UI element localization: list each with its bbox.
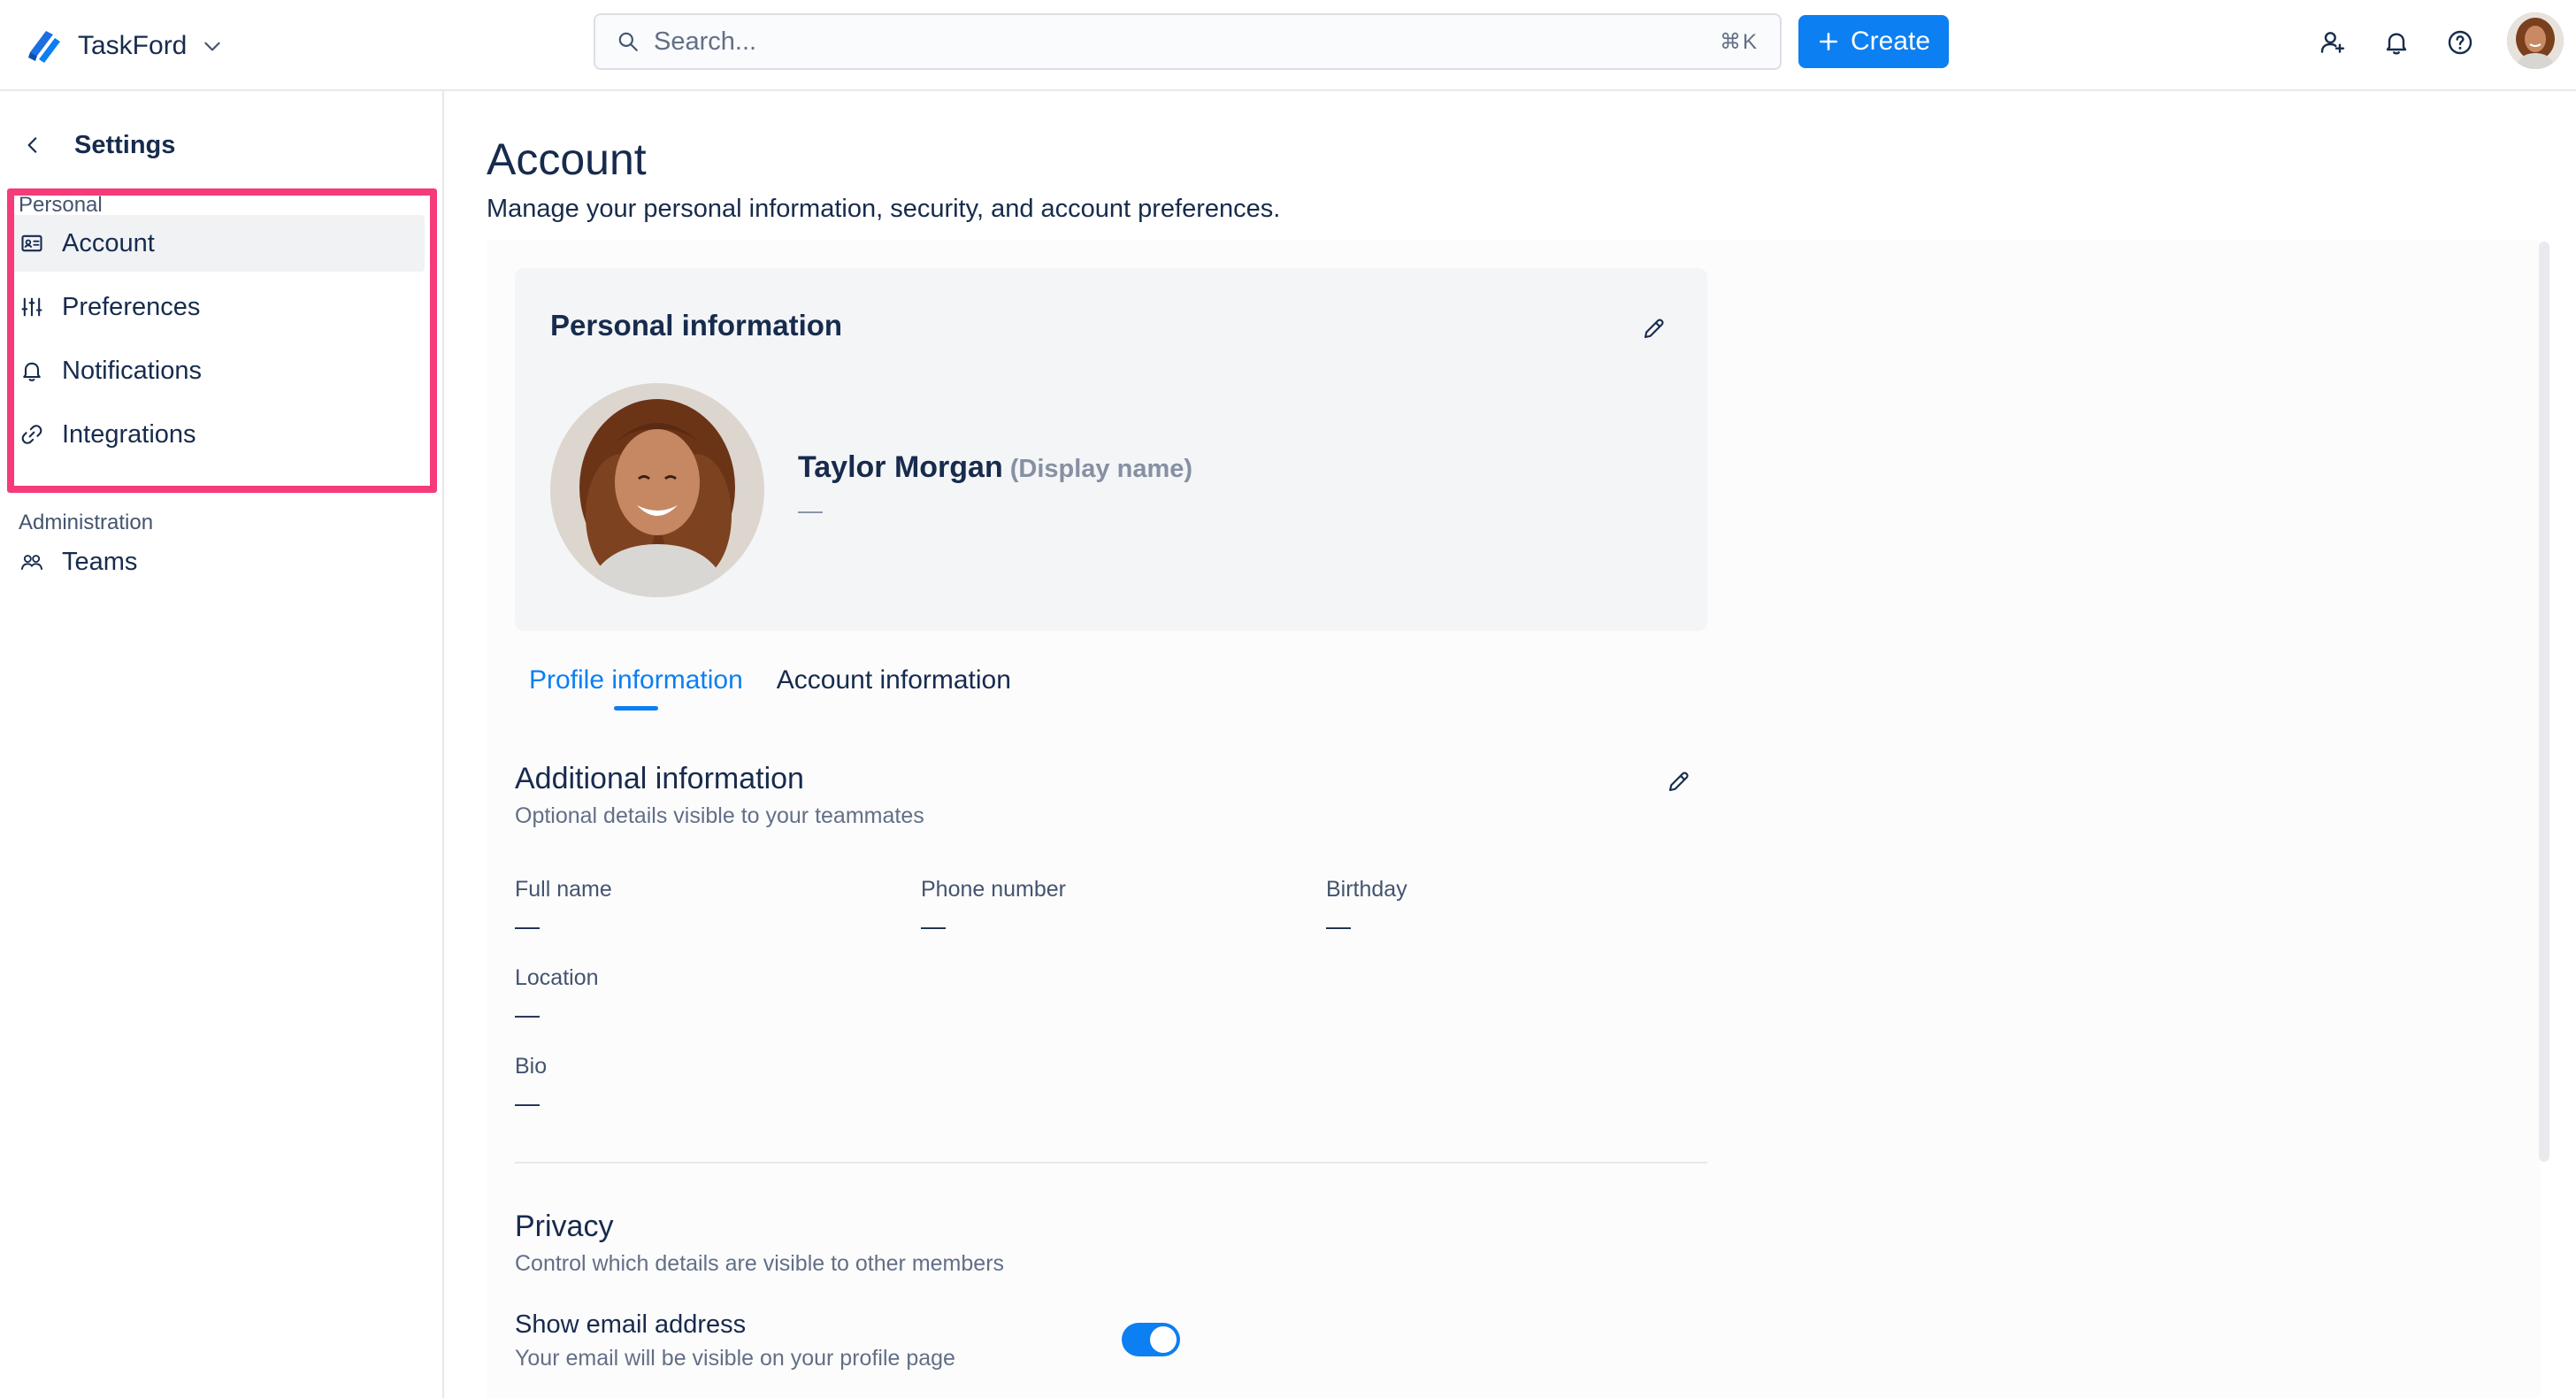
section-label-personal: Personal [19,193,103,217]
sidebar-item-label: Account [62,228,155,257]
display-name-value: Taylor Morgan [798,450,1003,484]
section-divider [515,1162,1707,1164]
search-icon [618,32,638,51]
edit-personal-info-button[interactable] [1633,307,1675,350]
help-button[interactable] [2434,17,2486,68]
field-label-bio: Bio [515,1054,548,1079]
sidebar-item-account[interactable]: Account [9,215,425,272]
field-label-location: Location [515,965,599,990]
id-card-icon [21,234,42,252]
add-people-icon [2320,32,2345,53]
page-title: Account [487,134,647,184]
bell-icon [23,362,41,381]
invite-people-button[interactable] [2307,17,2358,68]
show-email-toggle[interactable] [1122,1323,1180,1356]
chevron-left-icon [27,137,37,153]
card-title: Personal information [550,309,843,342]
team-icon [20,555,43,571]
taskford-logo-icon [28,31,60,63]
sidebar-item-label: Integrations [62,419,196,449]
toggle-description-show-email: Your email will be visible on your profi… [515,1346,955,1371]
profile-photo[interactable] [550,383,764,597]
pencil-icon [1644,319,1664,339]
additional-information-title: Additional information [515,762,804,795]
field-value-full-name: — [515,912,540,940]
toggle-knob [1150,1326,1177,1353]
tab-account-information[interactable]: Account information [771,657,1016,711]
field-label-phone-number: Phone number [921,877,1067,902]
sliders-icon [21,297,42,317]
back-button[interactable] [18,130,48,160]
sidebar-header: Settings [18,120,175,170]
display-name-subvalue: — [798,496,823,524]
settings-sidebar: Settings Personal Account Preferences No… [0,91,444,1398]
avatar-image [2507,12,2564,69]
profile-tabs: Profile information Account information [524,657,1016,719]
sidebar-item-label: Preferences [62,292,201,321]
personal-information-card: Personal information Taylor Morgan (Disp… [515,268,1707,631]
help-icon [2448,30,2472,55]
sidebar-title: Settings [74,130,176,159]
field-value-birthday: — [1326,912,1351,940]
user-avatar[interactable] [2507,12,2564,69]
sidebar-item-label: Teams [62,547,138,576]
field-label-birthday: Birthday [1326,877,1407,902]
field-value-bio: — [515,1089,540,1117]
sidebar-item-notifications[interactable]: Notifications [9,342,425,399]
app-name: TaskFord [78,31,188,60]
sidebar-item-label: Notifications [62,356,202,385]
create-button[interactable]: Create [1798,15,1949,68]
scrollbar[interactable] [2539,242,2549,1162]
main-content: Account Manage your personal information… [446,91,2576,1398]
field-value-location: — [515,1001,540,1028]
additional-information-description: Optional details visible to your teammat… [515,803,924,828]
workspace-switcher[interactable]: TaskFord [27,21,224,71]
profile-photo-image [550,383,764,597]
top-bar: TaskFord ⌘K Create [0,0,2576,91]
sidebar-item-integrations[interactable]: Integrations [9,406,425,463]
top-actions [2307,16,2498,69]
search-shortcut-hint: ⌘K [1719,29,1759,54]
page-subtitle: Manage your personal information, securi… [487,195,1281,223]
notifications-button[interactable] [2371,17,2422,68]
field-label-full-name: Full name [515,877,612,902]
edit-additional-info-button[interactable] [1658,760,1700,803]
tab-profile-information[interactable]: Profile information [524,657,748,711]
sidebar-item-preferences[interactable]: Preferences [9,279,425,335]
link-icon [21,425,42,444]
toggle-label-show-email: Show email address [515,1310,747,1339]
pencil-icon [1668,772,1689,792]
display-name-suffix: (Display name) [1009,455,1193,483]
create-button-label: Create [1850,27,1931,56]
section-label-administration: Administration [19,511,154,534]
privacy-description: Control which details are visible to oth… [515,1251,1005,1276]
bell-icon [2386,33,2407,55]
display-name: Taylor Morgan (Display name) [798,450,1192,485]
chevron-down-icon [204,42,221,51]
field-value-phone-number: — [921,912,946,940]
sidebar-item-teams[interactable]: Teams [9,534,425,590]
search-input[interactable] [654,27,1720,57]
privacy-title: Privacy [515,1210,614,1243]
plus-icon [1820,33,1837,50]
search-bar[interactable]: ⌘K [594,13,1782,70]
